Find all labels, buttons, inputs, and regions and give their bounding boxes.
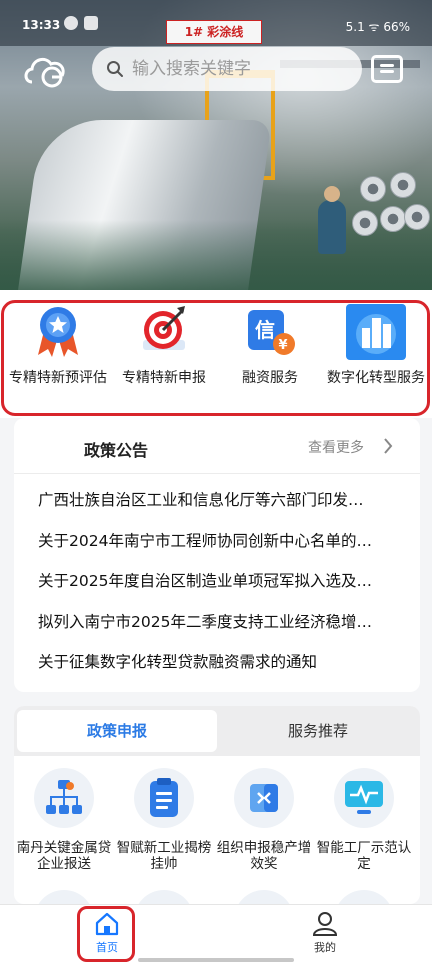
service-item[interactable]: 智赋新工业揭榜挂帅	[114, 768, 214, 872]
nav-home-label: 首页	[96, 941, 118, 954]
news-item[interactable]: 拟列入南宁市2025年二季度支持工业经济稳增…	[38, 608, 400, 649]
user-icon	[312, 912, 338, 936]
nav-mine-label: 我的	[314, 941, 336, 954]
news-list: 广西壮族自治区工业和信息化厅等六部门印发… 关于2024年南宁市工程师协同创新中…	[38, 486, 400, 689]
quick-item-precheck[interactable]: 专精特新预评估	[4, 302, 112, 412]
city-digital-icon	[345, 302, 407, 362]
nav-home[interactable]: 首页	[78, 905, 136, 963]
policy-tabs-card: 政策申报 服务推荐 南丹关键金属贷企业报送 智赋新工业揭榜挂帅 组织申报稳产增效…	[14, 706, 420, 904]
service-label: 南丹关键金属贷企业报送	[16, 840, 112, 872]
coil	[404, 204, 430, 230]
search-bar[interactable]	[92, 47, 362, 91]
service-label: 智能工厂示范认定	[316, 840, 412, 872]
quick-item-label: 专精特新预评估	[9, 370, 107, 386]
menu-icon[interactable]	[371, 55, 403, 83]
coil	[352, 210, 378, 236]
svg-text:¥: ¥	[279, 338, 288, 353]
quick-item-declare[interactable]: 专精特新申报	[110, 302, 218, 412]
search-input[interactable]	[132, 59, 352, 79]
service-item[interactable]: 组织申报稳产增效奖	[214, 768, 314, 872]
quick-item-label: 专精特新申报	[122, 370, 206, 386]
news-item[interactable]: 关于2024年南宁市工程师协同创新中心名单的…	[38, 527, 400, 568]
app-logo-icon	[22, 50, 70, 90]
service-item[interactable]: 南丹关键金属贷企业报送	[14, 768, 114, 872]
svg-text:信: 信	[255, 318, 275, 342]
home-icon	[95, 912, 119, 936]
medal-icon	[27, 302, 89, 362]
quick-item-digital[interactable]: 数字化转型服务	[322, 302, 430, 412]
org-chart-icon	[34, 768, 94, 828]
status-bar: 13:33 5.1 ᯤ 66%	[0, 0, 432, 48]
gesture-bar[interactable]	[138, 958, 294, 962]
bottom-nav: 首页 我的	[0, 904, 432, 964]
quick-services: 专精特新预评估 专精特新申报 信 ¥ 融资服务 数字化转型服务	[0, 290, 432, 418]
coil	[380, 206, 406, 232]
status-indicators: 5.1 ᯤ 66%	[345, 20, 410, 34]
news-item[interactable]: 关于2025年度自治区制造业单项冠军拟入选及…	[38, 567, 400, 608]
clipboard-icon	[134, 768, 194, 828]
policy-notice-card: 政策公告 查看更多 广西壮族自治区工业和信息化厅等六部门印发… 关于2024年南…	[14, 418, 420, 692]
tab-service-recommend[interactable]: 服务推荐	[218, 710, 418, 752]
service-label: 组织申报稳产增效奖	[216, 840, 312, 872]
quick-item-finance[interactable]: 信 ¥ 融资服务	[216, 302, 324, 412]
monitor-pulse-icon	[334, 768, 394, 828]
tab-bar: 政策申报 服务推荐	[14, 706, 420, 756]
search-icon	[107, 61, 123, 77]
card-header: 政策公告 查看更多	[14, 418, 420, 474]
news-item[interactable]: 广西壮族自治区工业和信息化厅等六部门印发…	[38, 486, 400, 527]
news-item[interactable]: 关于征集数字化转型贷款融资需求的通知	[38, 648, 400, 689]
notification-app-icon	[84, 16, 98, 30]
service-item-partial[interactable]	[34, 890, 94, 904]
service-item-partial[interactable]	[234, 890, 294, 904]
quick-item-label: 融资服务	[242, 370, 298, 386]
coil	[390, 172, 416, 198]
target-icon	[133, 302, 195, 362]
quick-item-label: 数字化转型服务	[327, 370, 425, 386]
status-time: 13:33	[22, 18, 61, 32]
coil	[360, 176, 386, 202]
notification-dot-icon	[64, 16, 78, 30]
service-label: 智赋新工业揭榜挂帅	[116, 840, 212, 872]
service-item-partial[interactable]	[134, 890, 194, 904]
worker-figure	[318, 186, 346, 254]
nav-mine[interactable]: 我的	[296, 905, 354, 963]
card-title: 政策公告	[84, 441, 149, 460]
tab-policy-declare[interactable]: 政策申报	[17, 710, 217, 752]
chevron-right-icon[interactable]	[382, 436, 394, 456]
service-item[interactable]: 智能工厂示范认定	[314, 768, 414, 872]
split-panel-icon	[234, 768, 294, 828]
service-item-partial[interactable]	[334, 890, 394, 904]
credit-finance-icon: 信 ¥	[239, 302, 301, 362]
view-more-link[interactable]: 查看更多	[308, 437, 364, 457]
